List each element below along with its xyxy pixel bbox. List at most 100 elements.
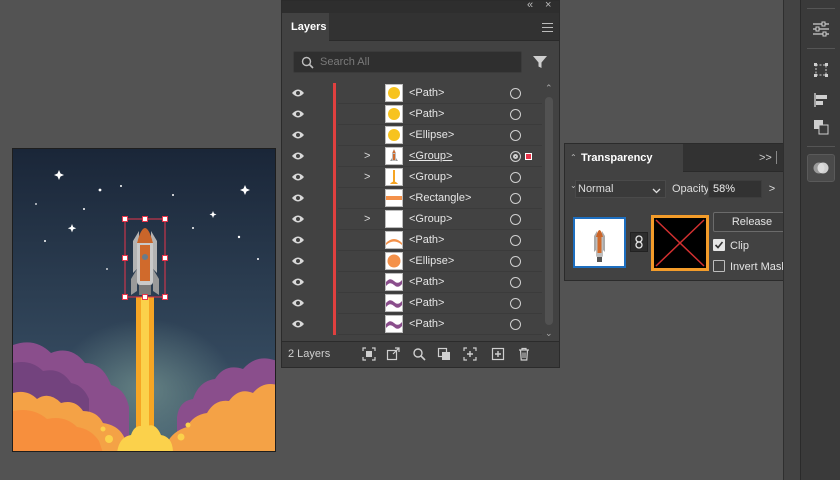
artwork-thumbnail[interactable]: [573, 217, 626, 268]
visibility-eye-icon[interactable]: [291, 172, 305, 185]
expand-panel-button[interactable]: >>: [759, 152, 772, 164]
locate-object-icon[interactable]: [411, 346, 427, 362]
properties-icon[interactable]: [808, 16, 834, 42]
expand-chevron-icon[interactable]: >: [364, 150, 370, 162]
scroll-down-icon[interactable]: ⌄: [545, 328, 553, 339]
visibility-eye-icon[interactable]: [291, 319, 305, 332]
expand-chevron-icon[interactable]: >: [364, 171, 370, 183]
release-button[interactable]: Release: [713, 212, 791, 232]
panel-dock-gutter[interactable]: [783, 0, 800, 480]
lock-toggle[interactable]: [312, 147, 330, 166]
target-circle-icon[interactable]: [510, 193, 521, 204]
lock-toggle[interactable]: [312, 126, 330, 145]
target-circle-icon[interactable]: [510, 319, 521, 330]
visibility-eye-icon[interactable]: [291, 214, 305, 227]
opacity-mask-thumbnail[interactable]: [651, 215, 709, 271]
tab-transparency[interactable]: ⌃ ⌄ Transparency: [565, 144, 683, 190]
layer-color-bar: [333, 272, 336, 293]
visibility-eye-icon[interactable]: [291, 151, 305, 164]
link-mask-icon[interactable]: [630, 232, 648, 252]
target-circle-icon[interactable]: [510, 130, 521, 141]
tab-transparency-label: Transparency: [581, 152, 653, 164]
layers-panel-titlebar[interactable]: « ×: [282, 0, 559, 13]
pathfinder-icon[interactable]: [808, 114, 834, 140]
lock-toggle[interactable]: [312, 231, 330, 250]
layer-row[interactable]: <Path>: [282, 83, 542, 104]
collect-for-export-icon[interactable]: [361, 346, 377, 362]
target-circle-icon[interactable]: [510, 172, 521, 183]
target-circle-icon[interactable]: [510, 151, 521, 162]
target-circle-icon[interactable]: [510, 88, 521, 99]
new-sublayer-icon[interactable]: [462, 346, 478, 362]
selection-indicator[interactable]: [525, 153, 532, 160]
artboard[interactable]: [12, 148, 276, 452]
layer-row[interactable]: <Path>: [282, 230, 542, 251]
opacity-input[interactable]: [708, 180, 762, 198]
opacity-slider-button[interactable]: >: [764, 180, 780, 198]
visibility-eye-icon[interactable]: [291, 256, 305, 269]
layer-color-bar: [333, 125, 336, 146]
scroll-up-icon[interactable]: ⌃: [545, 83, 553, 94]
visibility-eye-icon[interactable]: [291, 235, 305, 248]
rocket-illustration[interactable]: [13, 149, 276, 452]
layers-scrollbar[interactable]: ⌃ ⌄: [542, 81, 556, 341]
lock-toggle[interactable]: [312, 168, 330, 187]
delete-icon[interactable]: [516, 346, 532, 362]
close-panel-button[interactable]: ×: [545, 0, 551, 11]
tab-layers[interactable]: Layers: [282, 13, 329, 41]
target-circle-icon[interactable]: [510, 214, 521, 225]
visibility-eye-icon[interactable]: [291, 193, 305, 206]
scrollbar-thumb[interactable]: [545, 97, 553, 325]
visibility-eye-icon[interactable]: [291, 277, 305, 290]
lock-toggle[interactable]: [312, 315, 330, 334]
lock-toggle[interactable]: [312, 252, 330, 271]
target-circle-icon[interactable]: [510, 277, 521, 288]
layer-thumbnail: [385, 189, 403, 207]
target-circle-icon[interactable]: [510, 235, 521, 246]
visibility-eye-icon[interactable]: [291, 109, 305, 122]
filter-icon[interactable]: [532, 54, 548, 73]
layer-color-bar: [333, 293, 336, 314]
visibility-eye-icon[interactable]: [291, 88, 305, 101]
make-clipping-mask-icon[interactable]: [436, 346, 452, 362]
search-field[interactable]: [293, 51, 522, 73]
clip-checkbox[interactable]: [713, 239, 725, 251]
collapse-panel-button[interactable]: «: [527, 0, 533, 11]
transform-icon[interactable]: [808, 57, 834, 83]
layer-row[interactable]: > <Group>: [282, 167, 542, 188]
lock-toggle[interactable]: [312, 210, 330, 229]
layer-row[interactable]: <Rectangle>: [282, 188, 542, 209]
search-input[interactable]: [320, 54, 510, 70]
expand-chevron-icon[interactable]: >: [364, 213, 370, 225]
invert-mask-checkbox[interactable]: [713, 260, 725, 272]
layer-thumbnail: [385, 126, 403, 144]
layer-row[interactable]: <Ellipse>: [282, 251, 542, 272]
align-icon[interactable]: [808, 87, 834, 113]
layer-row[interactable]: > <Group>: [282, 209, 542, 230]
layer-row[interactable]: <Path>: [282, 272, 542, 293]
rocket[interactable]: [131, 228, 159, 295]
layer-name: <Path>: [409, 108, 445, 120]
lock-toggle[interactable]: [312, 105, 330, 124]
target-circle-icon[interactable]: [510, 109, 521, 120]
panel-menu-icon[interactable]: [542, 23, 553, 32]
lock-toggle[interactable]: [312, 273, 330, 292]
export-icon[interactable]: [385, 346, 401, 362]
layer-row[interactable]: <Path>: [282, 314, 542, 335]
blend-mode-select[interactable]: Normal: [575, 180, 666, 198]
lock-toggle[interactable]: [312, 189, 330, 208]
target-circle-icon[interactable]: [510, 298, 521, 309]
layer-row[interactable]: <Path>: [282, 104, 542, 125]
visibility-eye-icon[interactable]: [291, 130, 305, 143]
target-circle-icon[interactable]: [510, 256, 521, 267]
transparency-icon[interactable]: [807, 154, 835, 182]
layer-row[interactable]: <Path>: [282, 293, 542, 314]
lock-toggle[interactable]: [312, 84, 330, 103]
visibility-eye-icon[interactable]: [291, 298, 305, 311]
new-layer-icon[interactable]: [490, 346, 506, 362]
lock-toggle[interactable]: [312, 294, 330, 313]
layer-row[interactable]: <Ellipse>: [282, 125, 542, 146]
layer-color-bar: [333, 209, 336, 230]
clip-label: Clip: [730, 240, 749, 252]
layer-row[interactable]: > <Group>: [282, 146, 542, 167]
